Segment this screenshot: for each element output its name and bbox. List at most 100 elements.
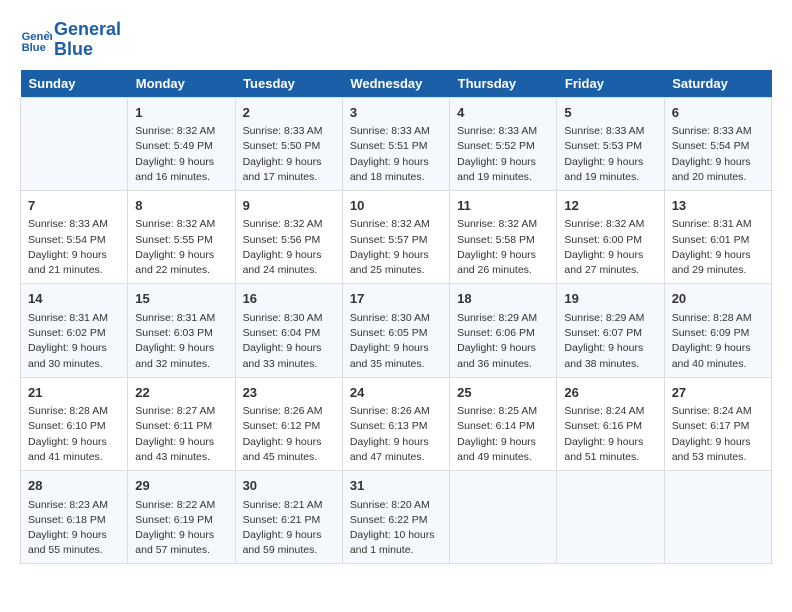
cell-content: Sunrise: 8:24 AM Sunset: 6:17 PM Dayligh…: [672, 404, 764, 465]
day-number: 15: [135, 289, 227, 309]
day-number: 2: [243, 103, 335, 123]
cell-content: Sunrise: 8:23 AM Sunset: 6:18 PM Dayligh…: [28, 498, 120, 559]
cell-content: Sunrise: 8:33 AM Sunset: 5:52 PM Dayligh…: [457, 124, 549, 185]
day-number: 27: [672, 383, 764, 403]
calendar-cell: 20Sunrise: 8:28 AM Sunset: 6:09 PM Dayli…: [664, 284, 771, 377]
day-number: 11: [457, 196, 549, 216]
week-row-2: 7Sunrise: 8:33 AM Sunset: 5:54 PM Daylig…: [21, 190, 772, 283]
day-number: 12: [564, 196, 656, 216]
calendar-cell: [21, 97, 128, 190]
cell-content: Sunrise: 8:32 AM Sunset: 5:55 PM Dayligh…: [135, 217, 227, 278]
calendar-cell: 30Sunrise: 8:21 AM Sunset: 6:21 PM Dayli…: [235, 471, 342, 564]
week-row-1: 1Sunrise: 8:32 AM Sunset: 5:49 PM Daylig…: [21, 97, 772, 190]
logo: General Blue GeneralBlue: [20, 20, 121, 60]
day-number: 10: [350, 196, 442, 216]
day-number: 26: [564, 383, 656, 403]
calendar-body: 1Sunrise: 8:32 AM Sunset: 5:49 PM Daylig…: [21, 97, 772, 564]
calendar-cell: 11Sunrise: 8:32 AM Sunset: 5:58 PM Dayli…: [450, 190, 557, 283]
cell-content: Sunrise: 8:33 AM Sunset: 5:53 PM Dayligh…: [564, 124, 656, 185]
logo-text: GeneralBlue: [54, 20, 121, 60]
calendar-cell: 22Sunrise: 8:27 AM Sunset: 6:11 PM Dayli…: [128, 377, 235, 470]
day-number: 8: [135, 196, 227, 216]
calendar-cell: 1Sunrise: 8:32 AM Sunset: 5:49 PM Daylig…: [128, 97, 235, 190]
page-header: General Blue GeneralBlue: [20, 20, 772, 60]
cell-content: Sunrise: 8:32 AM Sunset: 5:49 PM Dayligh…: [135, 124, 227, 185]
cell-content: Sunrise: 8:22 AM Sunset: 6:19 PM Dayligh…: [135, 498, 227, 559]
cell-content: Sunrise: 8:27 AM Sunset: 6:11 PM Dayligh…: [135, 404, 227, 465]
cell-content: Sunrise: 8:28 AM Sunset: 6:09 PM Dayligh…: [672, 311, 764, 372]
calendar-cell: [557, 471, 664, 564]
calendar-cell: 18Sunrise: 8:29 AM Sunset: 6:06 PM Dayli…: [450, 284, 557, 377]
cell-content: Sunrise: 8:33 AM Sunset: 5:50 PM Dayligh…: [243, 124, 335, 185]
calendar-cell: 23Sunrise: 8:26 AM Sunset: 6:12 PM Dayli…: [235, 377, 342, 470]
calendar-cell: 6Sunrise: 8:33 AM Sunset: 5:54 PM Daylig…: [664, 97, 771, 190]
day-number: 1: [135, 103, 227, 123]
cell-content: Sunrise: 8:29 AM Sunset: 6:06 PM Dayligh…: [457, 311, 549, 372]
header-cell-wednesday: Wednesday: [342, 70, 449, 98]
week-row-3: 14Sunrise: 8:31 AM Sunset: 6:02 PM Dayli…: [21, 284, 772, 377]
calendar-cell: 2Sunrise: 8:33 AM Sunset: 5:50 PM Daylig…: [235, 97, 342, 190]
calendar-cell: 5Sunrise: 8:33 AM Sunset: 5:53 PM Daylig…: [557, 97, 664, 190]
cell-content: Sunrise: 8:31 AM Sunset: 6:03 PM Dayligh…: [135, 311, 227, 372]
day-number: 16: [243, 289, 335, 309]
day-number: 17: [350, 289, 442, 309]
day-number: 28: [28, 476, 120, 496]
cell-content: Sunrise: 8:20 AM Sunset: 6:22 PM Dayligh…: [350, 498, 442, 559]
day-number: 7: [28, 196, 120, 216]
day-number: 20: [672, 289, 764, 309]
cell-content: Sunrise: 8:26 AM Sunset: 6:12 PM Dayligh…: [243, 404, 335, 465]
day-number: 19: [564, 289, 656, 309]
cell-content: Sunrise: 8:32 AM Sunset: 5:58 PM Dayligh…: [457, 217, 549, 278]
calendar-table: SundayMondayTuesdayWednesdayThursdayFrid…: [20, 70, 772, 565]
week-row-5: 28Sunrise: 8:23 AM Sunset: 6:18 PM Dayli…: [21, 471, 772, 564]
calendar-cell: 13Sunrise: 8:31 AM Sunset: 6:01 PM Dayli…: [664, 190, 771, 283]
day-number: 18: [457, 289, 549, 309]
cell-content: Sunrise: 8:30 AM Sunset: 6:05 PM Dayligh…: [350, 311, 442, 372]
cell-content: Sunrise: 8:29 AM Sunset: 6:07 PM Dayligh…: [564, 311, 656, 372]
calendar-cell: [664, 471, 771, 564]
cell-content: Sunrise: 8:24 AM Sunset: 6:16 PM Dayligh…: [564, 404, 656, 465]
calendar-cell: 24Sunrise: 8:26 AM Sunset: 6:13 PM Dayli…: [342, 377, 449, 470]
calendar-cell: 25Sunrise: 8:25 AM Sunset: 6:14 PM Dayli…: [450, 377, 557, 470]
calendar-cell: 17Sunrise: 8:30 AM Sunset: 6:05 PM Dayli…: [342, 284, 449, 377]
cell-content: Sunrise: 8:25 AM Sunset: 6:14 PM Dayligh…: [457, 404, 549, 465]
day-number: 21: [28, 383, 120, 403]
day-number: 14: [28, 289, 120, 309]
svg-text:General: General: [22, 31, 52, 43]
header-cell-monday: Monday: [128, 70, 235, 98]
calendar-cell: 14Sunrise: 8:31 AM Sunset: 6:02 PM Dayli…: [21, 284, 128, 377]
logo-icon: General Blue: [20, 24, 52, 56]
week-row-4: 21Sunrise: 8:28 AM Sunset: 6:10 PM Dayli…: [21, 377, 772, 470]
day-number: 23: [243, 383, 335, 403]
calendar-cell: 21Sunrise: 8:28 AM Sunset: 6:10 PM Dayli…: [21, 377, 128, 470]
day-number: 13: [672, 196, 764, 216]
calendar-cell: 10Sunrise: 8:32 AM Sunset: 5:57 PM Dayli…: [342, 190, 449, 283]
cell-content: Sunrise: 8:32 AM Sunset: 5:56 PM Dayligh…: [243, 217, 335, 278]
header-cell-saturday: Saturday: [664, 70, 771, 98]
cell-content: Sunrise: 8:31 AM Sunset: 6:01 PM Dayligh…: [672, 217, 764, 278]
calendar-cell: 26Sunrise: 8:24 AM Sunset: 6:16 PM Dayli…: [557, 377, 664, 470]
cell-content: Sunrise: 8:33 AM Sunset: 5:51 PM Dayligh…: [350, 124, 442, 185]
day-number: 22: [135, 383, 227, 403]
calendar-cell: 19Sunrise: 8:29 AM Sunset: 6:07 PM Dayli…: [557, 284, 664, 377]
day-number: 29: [135, 476, 227, 496]
calendar-cell: 29Sunrise: 8:22 AM Sunset: 6:19 PM Dayli…: [128, 471, 235, 564]
calendar-cell: 7Sunrise: 8:33 AM Sunset: 5:54 PM Daylig…: [21, 190, 128, 283]
day-number: 24: [350, 383, 442, 403]
calendar-header: SundayMondayTuesdayWednesdayThursdayFrid…: [21, 70, 772, 98]
calendar-cell: 3Sunrise: 8:33 AM Sunset: 5:51 PM Daylig…: [342, 97, 449, 190]
header-cell-sunday: Sunday: [21, 70, 128, 98]
header-cell-thursday: Thursday: [450, 70, 557, 98]
day-number: 30: [243, 476, 335, 496]
day-number: 4: [457, 103, 549, 123]
cell-content: Sunrise: 8:31 AM Sunset: 6:02 PM Dayligh…: [28, 311, 120, 372]
calendar-cell: 12Sunrise: 8:32 AM Sunset: 6:00 PM Dayli…: [557, 190, 664, 283]
calendar-cell: 31Sunrise: 8:20 AM Sunset: 6:22 PM Dayli…: [342, 471, 449, 564]
calendar-cell: 28Sunrise: 8:23 AM Sunset: 6:18 PM Dayli…: [21, 471, 128, 564]
day-number: 31: [350, 476, 442, 496]
header-cell-tuesday: Tuesday: [235, 70, 342, 98]
cell-content: Sunrise: 8:26 AM Sunset: 6:13 PM Dayligh…: [350, 404, 442, 465]
header-cell-friday: Friday: [557, 70, 664, 98]
calendar-cell: 4Sunrise: 8:33 AM Sunset: 5:52 PM Daylig…: [450, 97, 557, 190]
cell-content: Sunrise: 8:32 AM Sunset: 5:57 PM Dayligh…: [350, 217, 442, 278]
